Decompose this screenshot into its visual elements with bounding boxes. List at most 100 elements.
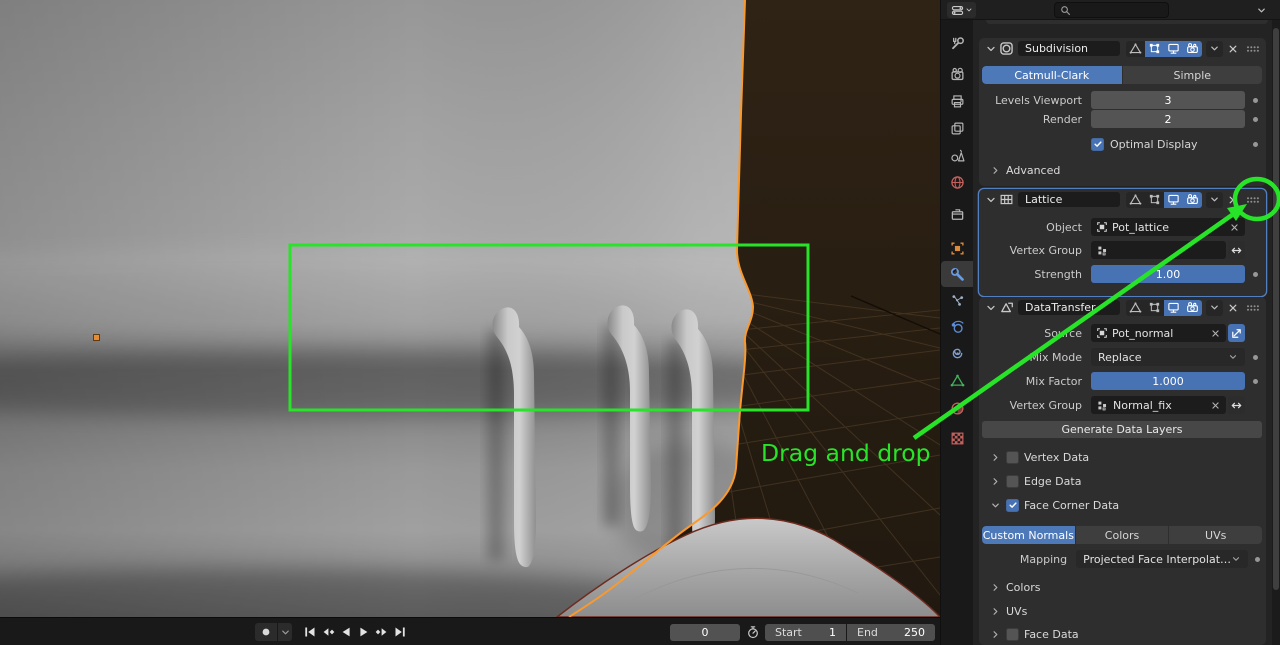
- edit-mode-toggle[interactable]: [1145, 40, 1164, 57]
- tab-material[interactable]: [941, 395, 973, 421]
- edit-mode-toggle[interactable]: [1145, 191, 1164, 208]
- modifier-extras-button[interactable]: [1206, 191, 1223, 208]
- tab-particles[interactable]: [941, 287, 973, 313]
- current-frame-field[interactable]: 0: [670, 624, 740, 641]
- render-levels-field[interactable]: 2: [1091, 110, 1245, 128]
- colors-expander[interactable]: Colors: [990, 579, 1266, 595]
- tab-view-layer[interactable]: [941, 115, 973, 141]
- 3d-viewport[interactable]: [0, 0, 940, 617]
- jump-to-start-button[interactable]: [301, 623, 318, 641]
- mix-factor-slider[interactable]: 1.000: [1091, 372, 1245, 390]
- tab-render[interactable]: [941, 61, 973, 87]
- mix-mode-dropdown[interactable]: Replace: [1091, 348, 1245, 366]
- tab-modifiers[interactable]: [941, 261, 973, 287]
- keyframe-dot[interactable]: [1254, 556, 1260, 562]
- simple-button[interactable]: Simple: [1122, 66, 1262, 84]
- search-input[interactable]: [1054, 2, 1169, 18]
- render-toggle[interactable]: [1183, 299, 1202, 316]
- lattice-object-field[interactable]: Pot_lattice: [1091, 218, 1245, 236]
- modifier-name-field[interactable]: Lattice: [1018, 192, 1120, 207]
- expand-chevron-icon[interactable]: [985, 302, 997, 314]
- subdivision-header[interactable]: Subdivision: [979, 38, 1266, 59]
- vertex-data-expander[interactable]: Vertex Data: [990, 449, 1266, 465]
- lattice-vertex-group-field[interactable]: [1091, 241, 1226, 259]
- object-space-button[interactable]: [1228, 324, 1245, 342]
- modifier-extras-button[interactable]: [1206, 299, 1223, 316]
- end-frame-field[interactable]: End 250: [847, 624, 935, 641]
- clear-object-button[interactable]: [1210, 328, 1221, 339]
- keyframe-dot[interactable]: [1253, 141, 1258, 147]
- face-corner-data-checkbox[interactable]: [1006, 498, 1019, 512]
- levels-viewport-field[interactable]: 3: [1091, 91, 1245, 109]
- edge-data-checkbox[interactable]: [1006, 474, 1019, 488]
- optimal-display-checkbox[interactable]: [1091, 137, 1104, 151]
- keyframe-dot[interactable]: [1253, 378, 1258, 384]
- source-object-field[interactable]: Pot_normal: [1091, 324, 1226, 342]
- edge-data-expander[interactable]: Edge Data: [990, 473, 1266, 489]
- auto-keyframe-dropdown[interactable]: [278, 623, 292, 641]
- uvs-expander[interactable]: UVs: [990, 603, 1266, 619]
- keyframe-dot[interactable]: [1253, 354, 1258, 360]
- play-reverse-button[interactable]: [337, 623, 354, 641]
- delete-modifier-button[interactable]: [1225, 300, 1241, 316]
- jump-to-end-button[interactable]: [391, 623, 408, 641]
- render-toggle[interactable]: [1183, 191, 1202, 208]
- on-cage-toggle[interactable]: [1126, 299, 1145, 316]
- prev-keyframe-button[interactable]: [319, 623, 336, 641]
- dt-vertex-group-field[interactable]: Normal_fix: [1091, 396, 1226, 414]
- realtime-toggle[interactable]: [1164, 40, 1183, 57]
- realtime-toggle[interactable]: [1164, 299, 1183, 316]
- drag-handle[interactable]: [1243, 193, 1261, 207]
- render-toggle[interactable]: [1183, 40, 1202, 57]
- mapping-dropdown[interactable]: Projected Face Interpolat…: [1076, 550, 1249, 568]
- tab-object[interactable]: [941, 235, 973, 261]
- modifier-name-field[interactable]: Subdivision: [1018, 41, 1120, 56]
- clear-object-button[interactable]: [1229, 222, 1240, 233]
- keyframe-dot[interactable]: [1253, 116, 1258, 122]
- next-keyframe-button[interactable]: [373, 623, 390, 641]
- keyframe-dot[interactable]: [1253, 271, 1258, 277]
- vertex-data-checkbox[interactable]: [1006, 450, 1019, 464]
- data-transfer-header[interactable]: DataTransfer: [979, 297, 1266, 318]
- modifier-name-field[interactable]: DataTransfer: [1018, 300, 1120, 315]
- catmull-clark-button[interactable]: Catmull-Clark: [982, 66, 1122, 84]
- drag-handle[interactable]: [1243, 301, 1261, 315]
- start-frame-field[interactable]: Start 1: [765, 624, 846, 641]
- tab-object-data[interactable]: [941, 367, 973, 393]
- tab-world[interactable]: [941, 169, 973, 195]
- invert-vertex-group-button[interactable]: [1228, 396, 1245, 414]
- lattice-header[interactable]: Lattice: [979, 189, 1266, 210]
- delete-modifier-button[interactable]: [1225, 192, 1241, 208]
- on-cage-toggle[interactable]: [1126, 40, 1145, 57]
- clear-vertex-group-button[interactable]: [1210, 400, 1221, 411]
- scrollbar-thumb[interactable]: [1273, 28, 1279, 590]
- invert-vertex-group-button[interactable]: [1228, 241, 1245, 259]
- face-corner-data-expander[interactable]: Face Corner Data: [990, 497, 1266, 513]
- expand-chevron-icon[interactable]: [985, 43, 997, 55]
- uvs-tab[interactable]: UVs: [1169, 526, 1262, 544]
- face-data-expander[interactable]: Face Data: [990, 626, 1266, 642]
- object-origin-dot[interactable]: [93, 334, 100, 341]
- tab-texture[interactable]: [941, 425, 973, 451]
- drag-handle[interactable]: [1243, 42, 1261, 56]
- tab-constraints[interactable]: [941, 340, 973, 366]
- play-button[interactable]: [355, 623, 372, 641]
- delete-modifier-button[interactable]: [1225, 41, 1241, 57]
- strength-slider[interactable]: 1.00: [1091, 265, 1245, 283]
- auto-keyframe-button[interactable]: [255, 623, 277, 641]
- realtime-toggle[interactable]: [1164, 191, 1183, 208]
- face-data-checkbox[interactable]: [1006, 627, 1019, 641]
- advanced-expander[interactable]: Advanced: [990, 162, 1266, 178]
- generate-data-layers-button[interactable]: Generate Data Layers: [982, 421, 1262, 438]
- edit-mode-toggle[interactable]: [1145, 299, 1164, 316]
- modifier-extras-button[interactable]: [1206, 40, 1223, 57]
- header-options-button[interactable]: [1251, 2, 1271, 18]
- editor-type-button[interactable]: [947, 2, 976, 18]
- tab-scene[interactable]: [941, 142, 973, 168]
- tab-output[interactable]: [941, 88, 973, 114]
- on-cage-toggle[interactable]: [1126, 191, 1145, 208]
- keyframe-dot[interactable]: [1253, 97, 1258, 103]
- tab-tool[interactable]: [941, 30, 973, 56]
- tab-physics[interactable]: [941, 314, 973, 340]
- tab-collection[interactable]: [941, 201, 973, 227]
